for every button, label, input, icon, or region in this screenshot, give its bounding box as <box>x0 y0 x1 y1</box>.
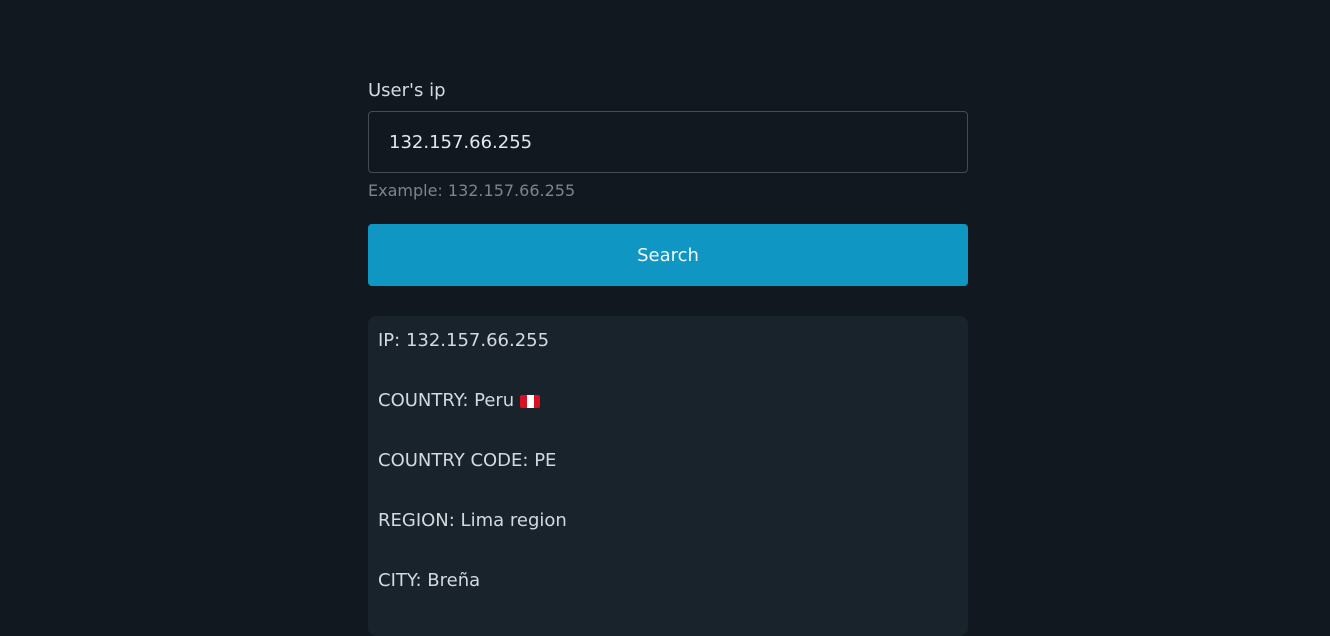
result-ip: IP: 132.157.66.255 <box>378 330 549 351</box>
ip-help-text: Example: 132.157.66.255 <box>368 181 576 200</box>
result-country-text: COUNTRY: Peru <box>378 390 515 411</box>
result-panel: IP: 132.157.66.255 COUNTRY: Peru COUNTRY… <box>368 316 968 636</box>
flag-stripe-middle <box>526 395 534 408</box>
peru-flag-icon <box>520 395 541 408</box>
flag-stripe-left <box>520 395 527 408</box>
search-button[interactable]: Search <box>368 224 968 286</box>
result-country-code-text: COUNTRY CODE: PE <box>378 450 557 471</box>
result-city: CITY: Breña <box>378 570 480 591</box>
result-region-text: REGION: Lima region <box>378 510 567 531</box>
ip-input[interactable] <box>368 111 968 173</box>
result-city-text: CITY: Breña <box>378 570 481 591</box>
result-region: REGION: Lima region <box>378 510 567 531</box>
flag-stripe-right <box>533 395 541 408</box>
result-country-code: COUNTRY CODE: PE <box>378 450 556 471</box>
result-country: COUNTRY: Peru <box>378 390 541 411</box>
result-ip-text: IP: 132.157.66.255 <box>378 330 550 351</box>
ip-field-label: User's ip <box>368 80 446 101</box>
